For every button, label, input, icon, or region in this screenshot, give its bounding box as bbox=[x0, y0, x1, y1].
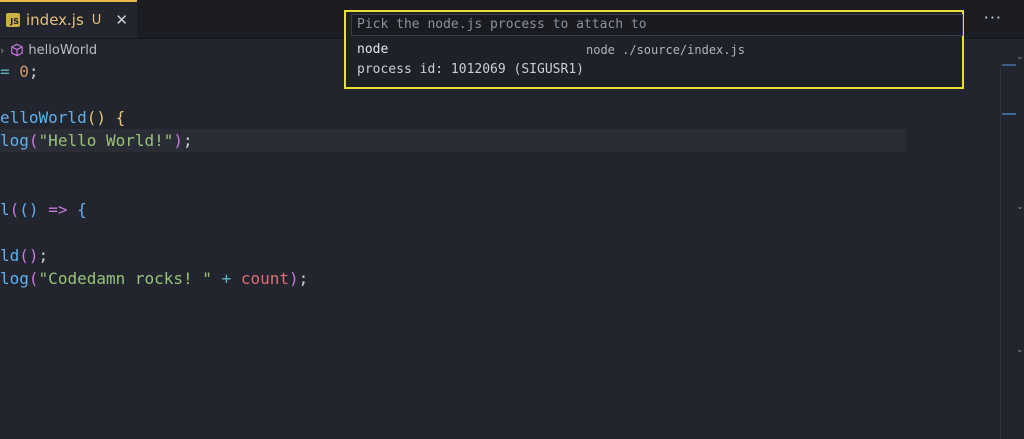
breadcrumb: › helloWorld bbox=[0, 40, 97, 60]
more-actions-icon[interactable]: ··· bbox=[984, 8, 1002, 27]
close-tab-icon[interactable]: ✕ bbox=[115, 11, 128, 29]
code-line: log("Codedamn rocks! " + count); bbox=[0, 269, 309, 288]
code-line-current: log("Hello World!"); bbox=[0, 129, 906, 152]
minimap-marker bbox=[1002, 64, 1016, 66]
chevron-down-icon[interactable]: ⌄ bbox=[1016, 202, 1024, 212]
chevron-right-icon: › bbox=[0, 43, 5, 57]
minimap-divider bbox=[1000, 64, 1001, 439]
code-line: elloWorld() { bbox=[0, 108, 126, 127]
tab-index-js[interactable]: JS index.js U ✕ bbox=[0, 0, 137, 38]
quick-pick-item[interactable]: node node ./source/index.js process id: … bbox=[346, 40, 962, 85]
untracked-status-badge: U bbox=[91, 12, 102, 28]
chevron-down-icon[interactable]: ⌄ bbox=[1016, 345, 1024, 355]
quick-pick-item-label: node bbox=[357, 42, 389, 57]
tab-label: index.js bbox=[26, 11, 84, 29]
quick-pick-input[interactable]: Pick the node.js process to attach to bbox=[351, 14, 963, 36]
code-line: ld(); bbox=[0, 246, 49, 265]
chevron-down-icon[interactable]: ⌄ bbox=[1016, 52, 1024, 62]
quick-pick-item-description: node ./source/index.js bbox=[586, 43, 745, 57]
code-editor[interactable]: = 0; elloWorld() { log("Hello World!"); … bbox=[0, 60, 1000, 290]
editor-actions: ] ··· bbox=[949, 8, 1002, 28]
code-line: l(() => { bbox=[0, 200, 87, 219]
quick-pick-dialog: Pick the node.js process to attach to no… bbox=[344, 10, 964, 89]
breadcrumb-symbol[interactable]: helloWorld bbox=[28, 43, 97, 58]
method-symbol-icon bbox=[11, 43, 24, 57]
quick-pick-item-detail: process id: 1012069 (SIGUSR1) bbox=[357, 62, 584, 77]
javascript-file-icon: JS bbox=[6, 13, 20, 27]
minimap-marker bbox=[1002, 113, 1016, 115]
